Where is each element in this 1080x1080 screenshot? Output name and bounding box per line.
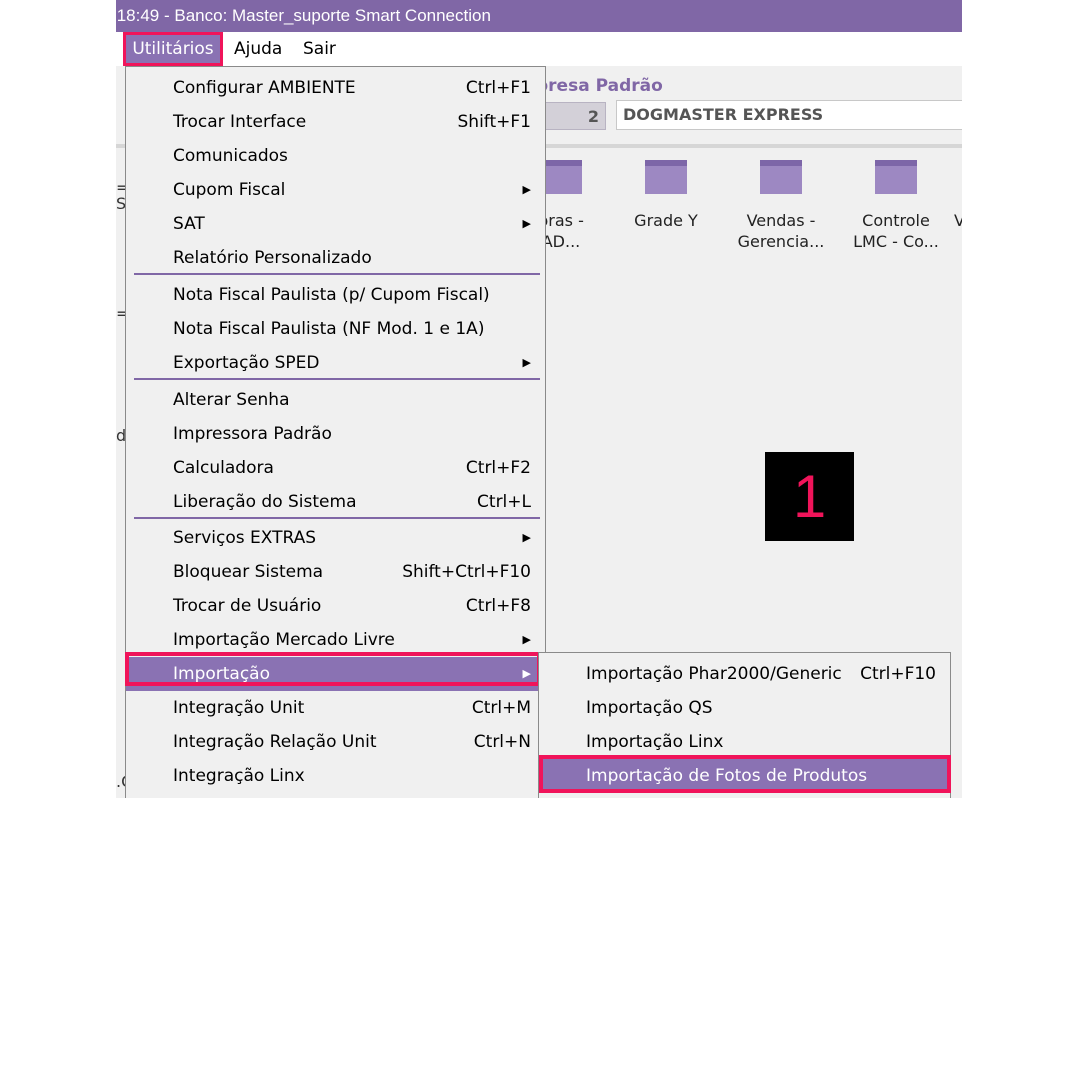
empresa-name-field[interactable]: DOGMASTER EXPRESS [616, 100, 962, 130]
shortcut-grade-y[interactable]: Grade Y [611, 160, 721, 231]
menu-item-label: Importação Linx [586, 732, 724, 752]
menu-item-integracao-unit[interactable]: Integração Unit Ctrl+M [126, 691, 545, 725]
menu-item-integracao-relacao-unit[interactable]: Integração Relação Unit Ctrl+N [126, 725, 545, 759]
menu-item-label: Nota Fiscal Paulista (NF Mod. 1 e 1A) [173, 319, 485, 339]
submenu-arrow-icon: ▶ [522, 217, 531, 230]
window-title: :18:49 - Banco: Master_suporte Smart Con… [116, 6, 491, 25]
menu-item-sat[interactable]: SAT ▶ [126, 207, 545, 241]
menu-item-bloquear-sistema[interactable]: Bloquear Sistema Shift+Ctrl+F10 [126, 555, 545, 589]
menu-item-label: Calculadora [173, 458, 274, 478]
shortcut-vendas[interactable]: Vendas - Gerencia... [726, 160, 836, 252]
menu-item-integracao-linx[interactable]: Integração Linx [126, 759, 545, 793]
shortcut-label-2: LMC - Co... [853, 232, 939, 251]
menu-item-shortcut: Shift+F1 [457, 112, 531, 132]
menu-item-shortcut: Shift+Ctrl+F10 [402, 562, 531, 582]
menu-item-label: Nota Fiscal Paulista (p/ Cupom Fiscal) [173, 285, 490, 305]
shortcut-partial[interactable]: V [954, 210, 962, 231]
menu-item-label: Trocar de Usuário [173, 596, 322, 616]
menu-item-label: Importação QS [586, 698, 713, 718]
submenu-item-phar2000[interactable]: Importação Phar2000/Generic Ctrl+F10 [539, 657, 950, 691]
menu-separator [134, 517, 540, 519]
menu-separator [134, 273, 540, 275]
menu-item-label: Comunicados [173, 146, 288, 166]
submenu-arrow-icon: ▶ [522, 531, 531, 544]
shortcut-controle-lmc[interactable]: Controle LMC - Co... [841, 160, 951, 252]
menu-item-trocar-usuario[interactable]: Trocar de Usuário Ctrl+F8 [126, 589, 545, 623]
menu-item-shortcut: Ctrl+F8 [465, 596, 531, 616]
menu-item-comunicados[interactable]: Comunicados [126, 139, 545, 173]
title-bar: :18:49 - Banco: Master_suporte Smart Con… [116, 0, 962, 32]
menu-item-label: Integração Linx [173, 766, 305, 786]
menu-item-label: Cupom Fiscal [173, 180, 286, 200]
menu-item-relatorio-personalizado[interactable]: Relatório Personalizado [126, 241, 545, 275]
shortcut-label: Controle [862, 211, 930, 230]
menu-item-configurar-ambiente[interactable]: Configurar AMBIENTE Ctrl+F1 [126, 71, 545, 105]
menu-item-label: Exportação SPED [173, 353, 320, 373]
menu-item-label: Relatório Personalizado [173, 248, 372, 268]
menu-item-nfp-nf[interactable]: Nota Fiscal Paulista (NF Mod. 1 e 1A) [126, 312, 545, 346]
shortcut-label: V [954, 211, 962, 230]
menu-item-calculadora[interactable]: Calculadora Ctrl+F2 [126, 451, 545, 485]
menu-item-shortcut: Ctrl+F2 [465, 458, 531, 478]
menu-ajuda[interactable]: Ajuda [234, 32, 282, 66]
empresa-code-field[interactable]: 2 [536, 102, 606, 130]
menu-item-label: Serviços EXTRAS [173, 528, 317, 548]
menu-item-trocar-interface[interactable]: Trocar Interface Shift+F1 [126, 105, 545, 139]
menu-item-cupom-fiscal[interactable]: Cupom Fiscal ▶ [126, 173, 545, 207]
blank-area [0, 798, 1080, 1080]
menu-item-label: Bloquear Sistema [173, 562, 324, 582]
menu-item-shortcut: Ctrl+F1 [465, 78, 531, 98]
submenu-item-qs[interactable]: Importação QS [539, 691, 950, 725]
menu-item-shortcut: Ctrl+N [473, 732, 531, 752]
menu-item-label: Liberação do Sistema [173, 492, 357, 512]
window-icon [875, 160, 917, 194]
menu-sair[interactable]: Sair [303, 32, 336, 66]
menu-bar: Utilitários Ajuda Sair [116, 32, 962, 66]
menu-item-nfp-cupom[interactable]: Nota Fiscal Paulista (p/ Cupom Fiscal) [126, 278, 545, 312]
window-icon [540, 160, 582, 194]
utilitarios-menu: Configurar AMBIENTE Ctrl+F1 Trocar Interf… [125, 66, 546, 806]
menu-item-label: Trocar Interface [173, 112, 307, 132]
menu-item-label: SAT [173, 214, 205, 234]
menu-item-label: Integração Unit [173, 698, 305, 718]
importacao-callout-frame [125, 652, 541, 686]
menu-item-exportacao-sped[interactable]: Exportação SPED ▶ [126, 346, 545, 380]
menu-item-servicos-extras[interactable]: Serviços EXTRAS ▶ [126, 521, 545, 555]
shortcut-label: Grade Y [634, 211, 698, 230]
menu-item-label: Impressora Padrão [173, 424, 332, 444]
submenu-item-linx[interactable]: Importação Linx [539, 725, 950, 759]
step-number-badge: 1 [765, 452, 854, 541]
menu-item-label: Importação Phar2000/Generic [586, 664, 842, 684]
menu-item-liberacao-sistema[interactable]: Liberação do Sistema Ctrl+L [126, 485, 545, 519]
menu-item-alterar-senha[interactable]: Alterar Senha [126, 383, 545, 417]
menu-item-label: Alterar Senha [173, 390, 290, 410]
submenu-arrow-icon: ▶ [522, 356, 531, 369]
shortcut-label-2: Gerencia... [737, 232, 825, 251]
shortcut-label: Vendas - [746, 211, 816, 230]
window-icon [760, 160, 802, 194]
menu-item-shortcut: Ctrl+F10 [860, 664, 936, 684]
menu-item-impressora-padrao[interactable]: Impressora Padrão [126, 417, 545, 451]
window-icon [645, 160, 687, 194]
menu-separator [134, 378, 540, 380]
menu-utilitarios[interactable]: Utilitários [123, 32, 223, 66]
submenu-arrow-icon: ▶ [522, 183, 531, 196]
menu-item-shortcut: Ctrl+M [471, 698, 531, 718]
menu-item-label: Integração Relação Unit [173, 732, 377, 752]
empresa-label: presa Padrão [536, 76, 663, 96]
menu-item-label: Configurar AMBIENTE [173, 78, 356, 98]
menu-item-shortcut: Ctrl+L [477, 492, 531, 512]
fotos-callout-frame [539, 755, 951, 793]
